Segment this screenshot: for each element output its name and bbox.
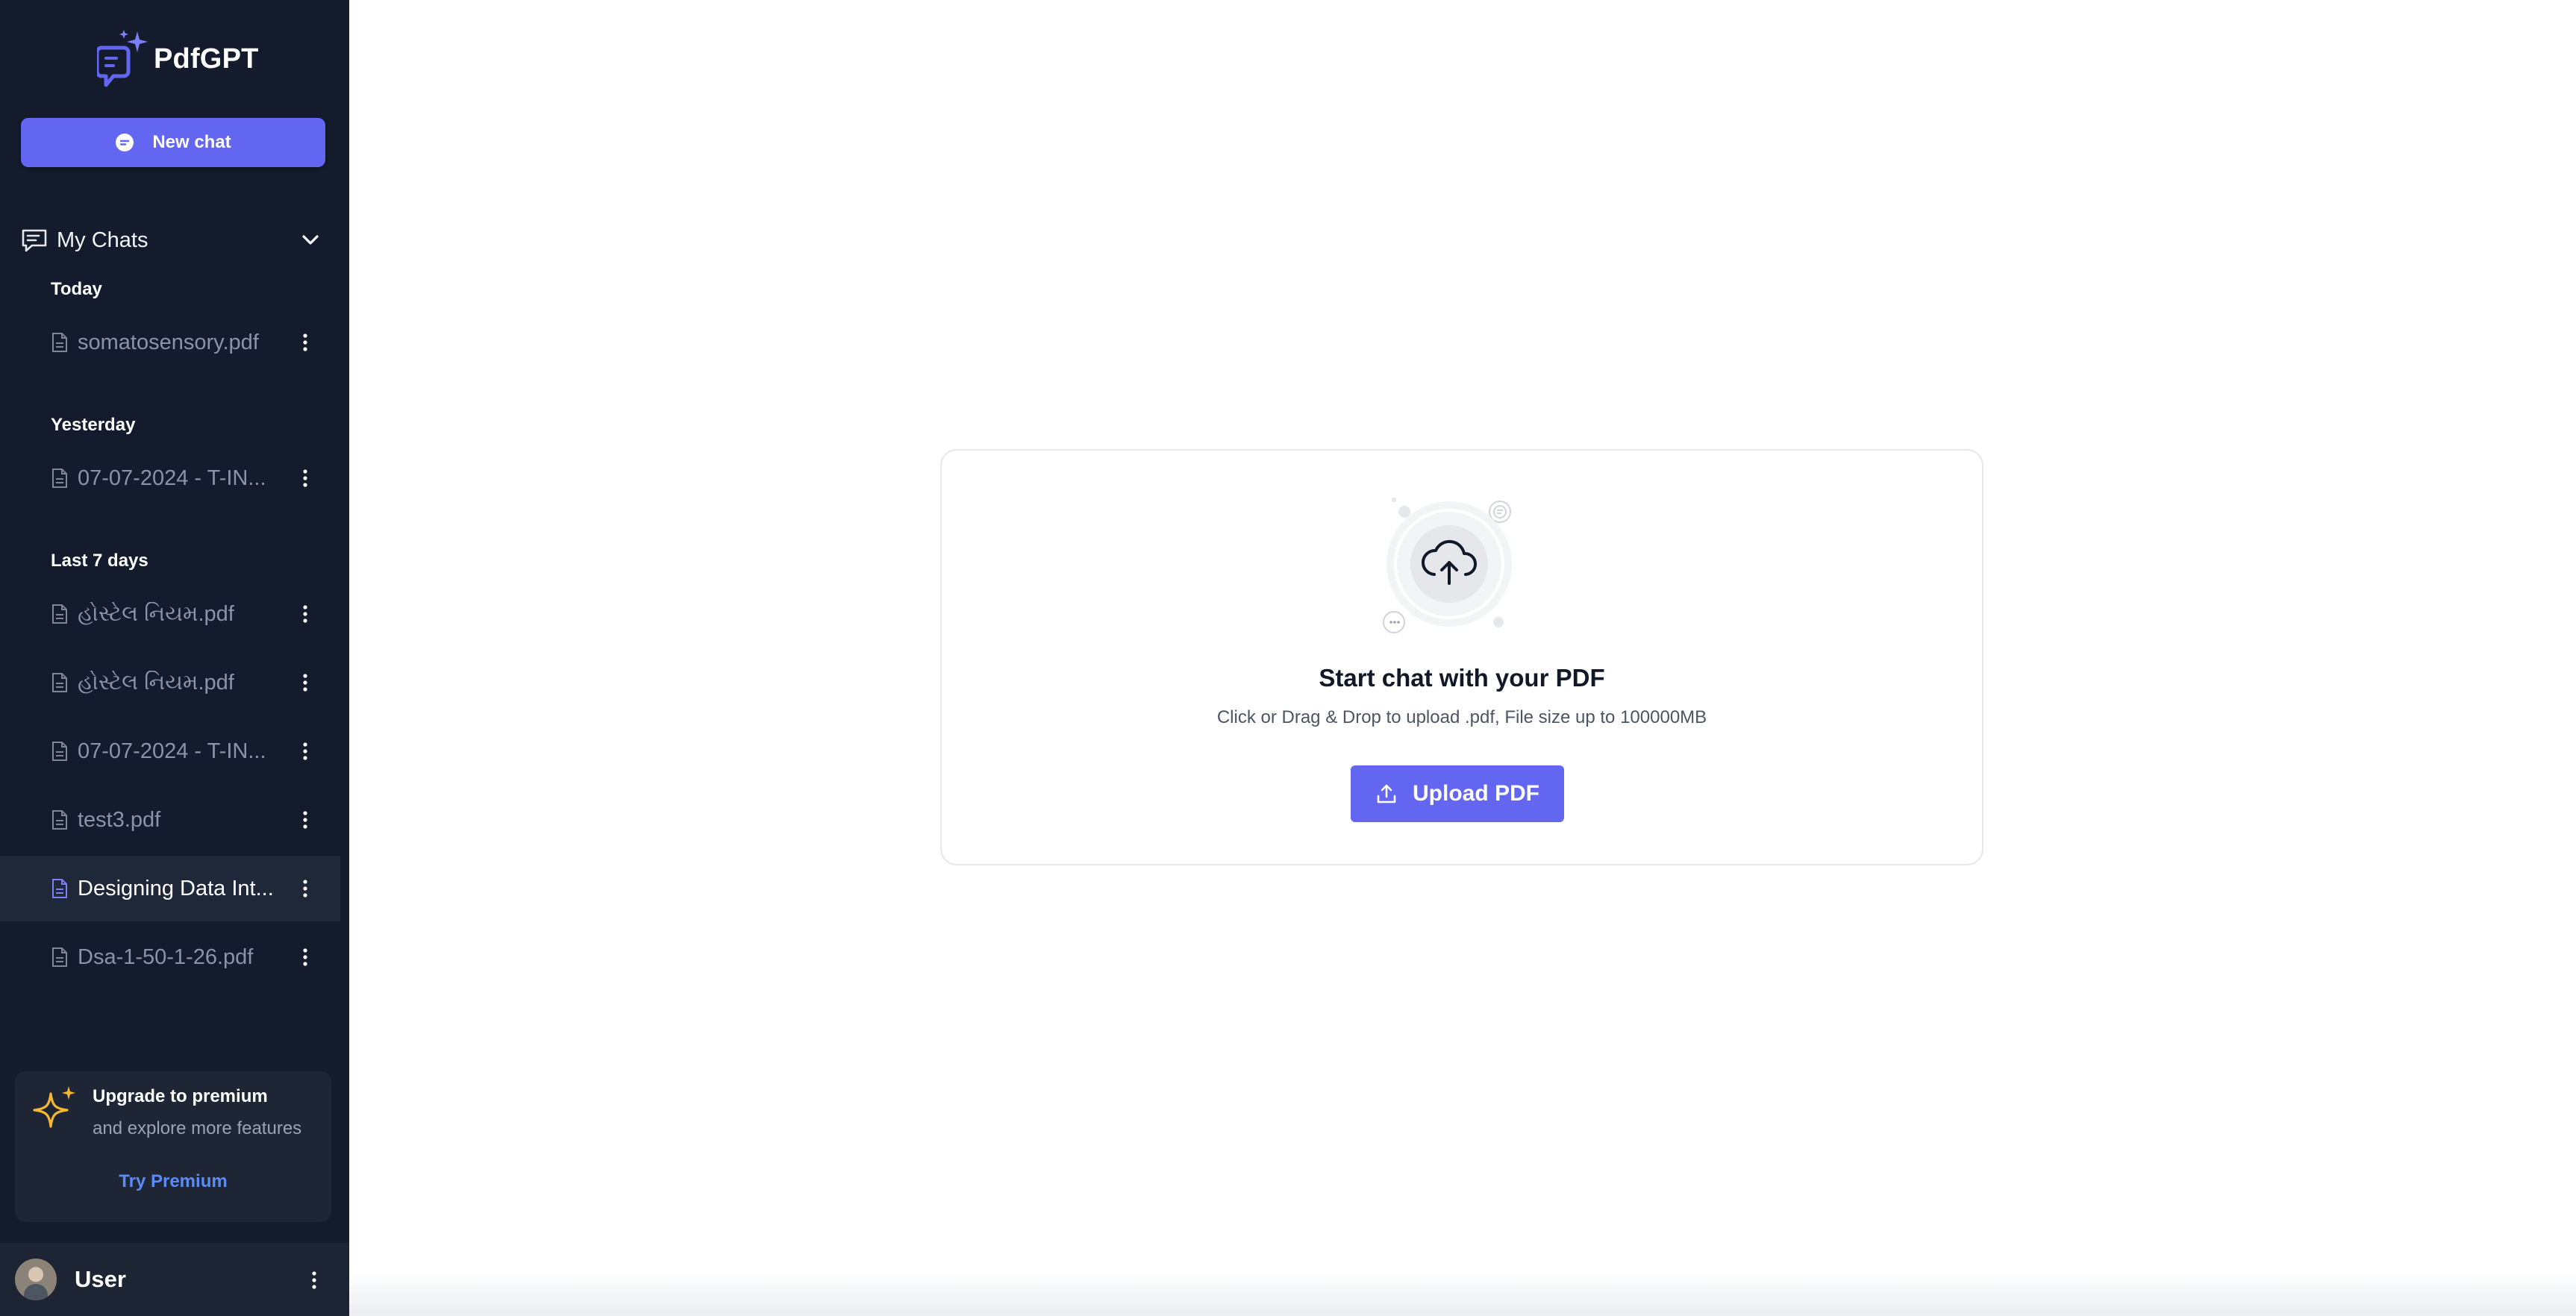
- chat-item-name: Dsa-1-50-1-26.pdf: [78, 944, 254, 969]
- upgrade-title: Upgrade to premium: [93, 1086, 268, 1106]
- more-vertical-icon[interactable]: [301, 672, 309, 693]
- new-chat-label: New chat: [152, 132, 231, 152]
- chat-item[interactable]: Dsa-1-50-1-26.pdf: [0, 924, 340, 990]
- upload-title: Start chat with your PDF: [1319, 664, 1605, 692]
- more-vertical-icon[interactable]: [301, 947, 309, 968]
- chat-item[interactable]: somatosensory.pdf: [0, 310, 340, 375]
- upload-icon: [1377, 784, 1396, 803]
- file-text-icon: [52, 469, 67, 488]
- chat-item-name: હોસ્ટેલ નિયમ.pdf: [78, 601, 234, 626]
- app-logo[interactable]: PdfGPT: [97, 27, 259, 91]
- file-text-icon: [52, 947, 67, 967]
- chat-item[interactable]: હોસ્ટેલ નિયમ.pdf: [0, 581, 340, 647]
- more-vertical-icon[interactable]: [301, 741, 309, 762]
- chat-item-name: 07-07-2024 - T-IN...: [78, 739, 266, 763]
- file-text-icon: [52, 333, 67, 352]
- upload-pdf-button[interactable]: Upload PDF: [1351, 765, 1564, 822]
- sparkle-icon: [33, 1086, 75, 1128]
- bottom-scroll-shadow: [349, 1271, 2576, 1316]
- file-text-icon: [52, 879, 67, 898]
- more-vertical-icon[interactable]: [301, 878, 309, 899]
- chat-bubble-icon: [116, 134, 134, 151]
- file-text-icon: [52, 742, 67, 761]
- group-label-today: Today: [51, 279, 102, 299]
- sidebar: PdfGPT New chat My Chats Today Yesterday: [0, 0, 349, 1316]
- chat-item-name: somatosensory.pdf: [78, 330, 259, 354]
- chat-document-sparkle-icon: [97, 30, 148, 87]
- chat-item-name: હોસ્ટેલ નિયમ.pdf: [78, 670, 234, 695]
- chat-item-active[interactable]: Designing Data Int...: [0, 856, 340, 921]
- group-label-last-7-days: Last 7 days: [51, 551, 149, 571]
- message-square-icon: [22, 229, 47, 252]
- chat-item-name: test3.pdf: [78, 807, 161, 832]
- chat-item-name: 07-07-2024 - T-IN...: [78, 466, 266, 490]
- file-text-icon: [52, 604, 67, 624]
- new-chat-button[interactable]: New chat: [21, 118, 325, 167]
- try-premium-link[interactable]: Try Premium: [15, 1171, 331, 1192]
- my-chats-toggle[interactable]: My Chats: [21, 221, 325, 260]
- my-chats-label: My Chats: [57, 228, 149, 252]
- chat-item[interactable]: 07-07-2024 - T-IN...: [0, 718, 340, 784]
- chat-item[interactable]: test3.pdf: [0, 787, 340, 853]
- more-vertical-icon[interactable]: [301, 468, 309, 489]
- upgrade-card: Upgrade to premium and explore more feat…: [15, 1071, 331, 1222]
- avatar: [15, 1259, 57, 1300]
- more-vertical-icon[interactable]: [301, 809, 309, 830]
- upload-pdf-label: Upload PDF: [1413, 781, 1539, 806]
- chevron-down-icon[interactable]: [298, 228, 322, 252]
- upgrade-subtitle: and explore more features: [93, 1118, 302, 1138]
- chat-item[interactable]: હોસ્ટેલ નિયમ.pdf: [0, 650, 340, 715]
- upload-dropzone[interactable]: Start chat with your PDF Click or Drag &…: [940, 449, 1983, 865]
- user-name: User: [75, 1266, 126, 1292]
- chat-item-name: Designing Data Int...: [78, 876, 274, 900]
- user-profile-row[interactable]: User: [0, 1243, 349, 1316]
- file-text-icon: [52, 810, 67, 830]
- more-vertical-icon[interactable]: [310, 1270, 318, 1291]
- cloud-upload-icon: [1383, 498, 1512, 633]
- app-name: PdfGPT: [154, 43, 259, 75]
- more-vertical-icon[interactable]: [301, 332, 309, 353]
- upload-subtitle: Click or Drag & Drop to upload .pdf, Fil…: [1216, 707, 1707, 727]
- more-vertical-icon[interactable]: [301, 604, 309, 624]
- group-label-yesterday: Yesterday: [51, 415, 136, 435]
- chat-item[interactable]: 07-07-2024 - T-IN...: [0, 445, 340, 511]
- file-text-icon: [52, 673, 67, 692]
- app-root: PdfGPT New chat My Chats Today Yesterday: [0, 0, 2576, 1316]
- main-content: Start chat with your PDF Click or Drag &…: [349, 0, 2576, 1316]
